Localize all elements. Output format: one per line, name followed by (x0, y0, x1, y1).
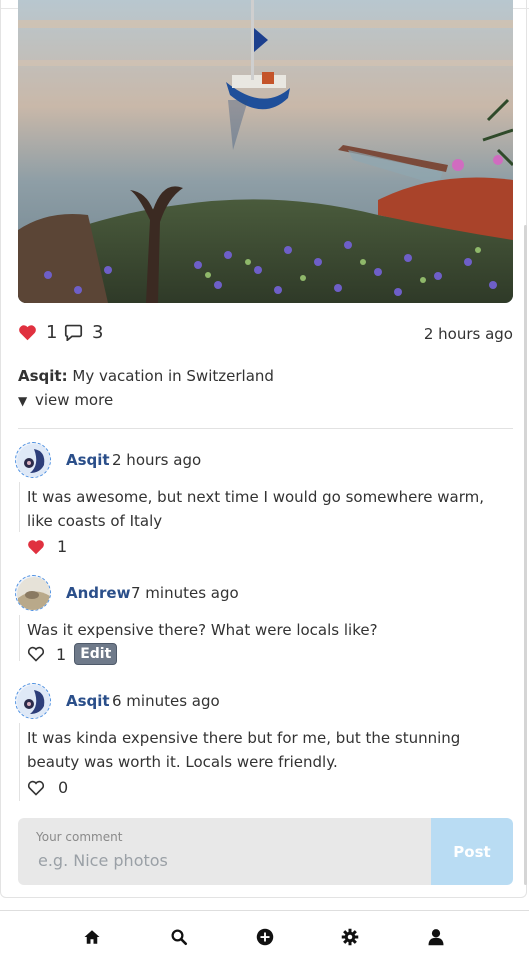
comment-like-button[interactable]: 1 Edit (27, 643, 118, 665)
like-button[interactable]: 1 (18, 322, 57, 343)
post-card: 1 3 2 hours ago Asqit: My vacation in Sw… (0, 0, 529, 898)
comment-like-button[interactable]: 0 (27, 778, 68, 797)
avatar[interactable] (15, 442, 51, 478)
heart-outline-icon (27, 646, 45, 662)
avatar[interactable] (15, 575, 51, 611)
profile-icon[interactable] (427, 928, 445, 946)
comment-time: 7 minutes ago (131, 584, 239, 602)
post-caption: Asqit: My vacation in Switzerland (18, 367, 274, 385)
comment-time: 6 minutes ago (112, 692, 220, 710)
edit-button[interactable]: Edit (74, 643, 118, 665)
heart-outline-icon (27, 780, 45, 796)
triangle-down-icon: ▼ (18, 394, 28, 408)
avatar[interactable] (15, 683, 51, 719)
user-avatar-image (17, 577, 50, 610)
like-count: 1 (46, 322, 58, 343)
home-icon[interactable] (83, 928, 101, 946)
comment-author[interactable]: Asqit (66, 692, 110, 710)
scrollbar[interactable] (524, 225, 527, 885)
caption-text: My vacation in Switzerland (72, 367, 274, 385)
post-photo[interactable] (18, 0, 513, 303)
post-time: 2 hours ago (423, 325, 513, 343)
comment-count: 3 (92, 322, 104, 343)
comment-time: 2 hours ago (112, 451, 202, 469)
comments-divider (18, 428, 513, 429)
comment-like-count: 1 (57, 537, 68, 556)
heart-filled-icon (28, 539, 44, 554)
heart-filled-icon (19, 325, 36, 341)
view-more-label: view more (35, 391, 114, 409)
comment-text: It was kinda expensive there but for me,… (27, 729, 461, 771)
bottom-nav (0, 910, 529, 962)
user-avatar-image (17, 685, 50, 718)
comments-button[interactable]: 3 (64, 322, 103, 343)
comment-like-button[interactable]: 1 (27, 537, 67, 556)
thread-line (19, 615, 20, 661)
post-actions: 1 3 2 hours ago (18, 322, 513, 348)
comment-author[interactable]: Andrew (66, 584, 130, 602)
add-icon[interactable] (256, 928, 274, 946)
search-icon[interactable] (170, 928, 188, 946)
comment-field[interactable]: Your comment (18, 818, 431, 885)
caption-author[interactable]: Asqit: (18, 367, 68, 385)
thread-line (19, 482, 20, 532)
user-avatar-image (17, 444, 50, 477)
comment-form: Your comment Post (18, 818, 513, 885)
comment-like-count: 0 (58, 778, 69, 797)
post-button[interactable]: Post (431, 818, 513, 885)
thread-line (19, 723, 20, 801)
comment-like-count: 1 (56, 644, 67, 664)
speech-bubble-icon (64, 324, 83, 341)
comment-field-label: Your comment (36, 830, 123, 844)
view-more-toggle[interactable]: ▼ view more (18, 391, 113, 409)
lake-boat-photo (18, 0, 513, 303)
settings-icon[interactable] (341, 928, 359, 946)
comment-author[interactable]: Asqit (66, 451, 110, 469)
comment-text: Was it expensive there? What were locals… (27, 621, 378, 639)
comment-text: It was awesome, but next time I would go… (27, 488, 484, 530)
comment-input[interactable] (36, 850, 420, 871)
